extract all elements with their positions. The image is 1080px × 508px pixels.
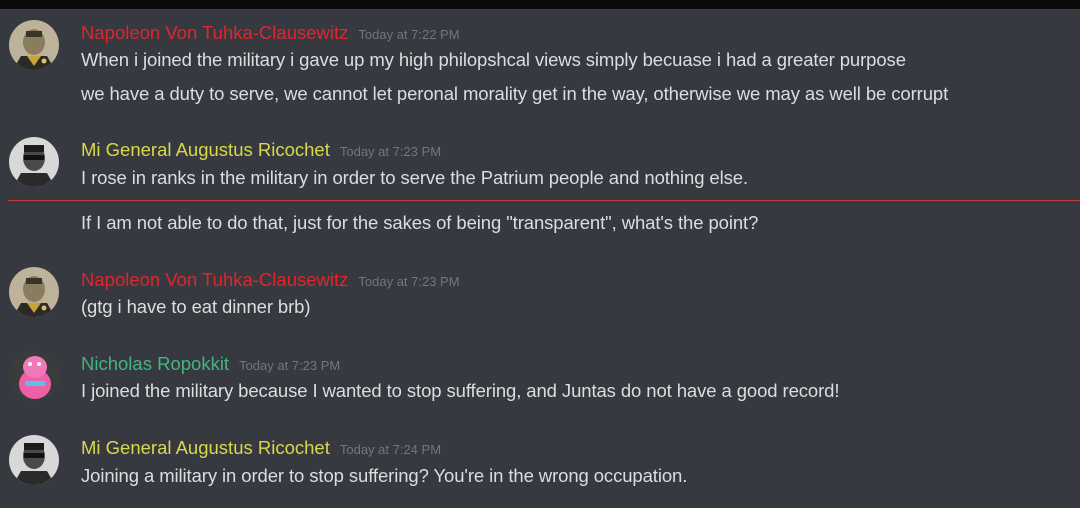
message-text: When i joined the military i gave up my … xyxy=(81,49,906,70)
avatar-ricochet[interactable] xyxy=(9,137,59,187)
message-header: Mi General Augustus Ricochet Today at 7:2… xyxy=(81,437,441,459)
avatar-napoleon[interactable] xyxy=(9,267,59,317)
message-header: Napoleon Von Tuhka-Clausewitz Today at 7:… xyxy=(81,269,460,291)
message-text: (gtg i have to eat dinner brb) xyxy=(81,296,311,317)
message-text: Joining a military in order to stop suff… xyxy=(81,465,688,486)
timestamp: Today at 7:24 PM xyxy=(339,442,442,457)
top-bar xyxy=(0,0,1080,9)
message-text: I rose in ranks in the military in order… xyxy=(81,167,749,188)
author-name[interactable]: Mi General Augustus Ricochet xyxy=(81,437,330,458)
avatar-nicholas[interactable] xyxy=(9,351,59,401)
message-header: Nicholas Ropokkit Today at 7:23 PM xyxy=(81,353,340,375)
message-text: we have a duty to serve, we cannot let p… xyxy=(81,83,949,104)
author-name[interactable]: Napoleon Von Tuhka-Clausewitz xyxy=(81,22,348,43)
avatar-ricochet[interactable] xyxy=(9,435,59,485)
timestamp: Today at 7:23 PM xyxy=(239,358,341,373)
author-name[interactable]: Napoleon Von Tuhka-Clausewitz xyxy=(81,269,348,290)
timestamp: Today at 7:23 PM xyxy=(339,144,442,159)
author-name[interactable]: Nicholas Ropokkit xyxy=(81,353,229,374)
message-text: I joined the military because I wanted t… xyxy=(81,380,840,401)
avatar-napoleon[interactable] xyxy=(9,20,59,70)
new-messages-divider xyxy=(8,200,1080,201)
message-header: Mi General Augustus Ricochet Today at 7:2… xyxy=(81,139,441,161)
message-header: Napoleon Von Tuhka-Clausewitz Today at 7:… xyxy=(81,22,460,44)
timestamp: Today at 7:22 PM xyxy=(358,27,460,42)
author-name[interactable]: Mi General Augustus Ricochet xyxy=(81,139,330,160)
timestamp: Today at 7:23 PM xyxy=(358,274,460,289)
message-text: If I am not able to do that, just for th… xyxy=(81,212,759,233)
